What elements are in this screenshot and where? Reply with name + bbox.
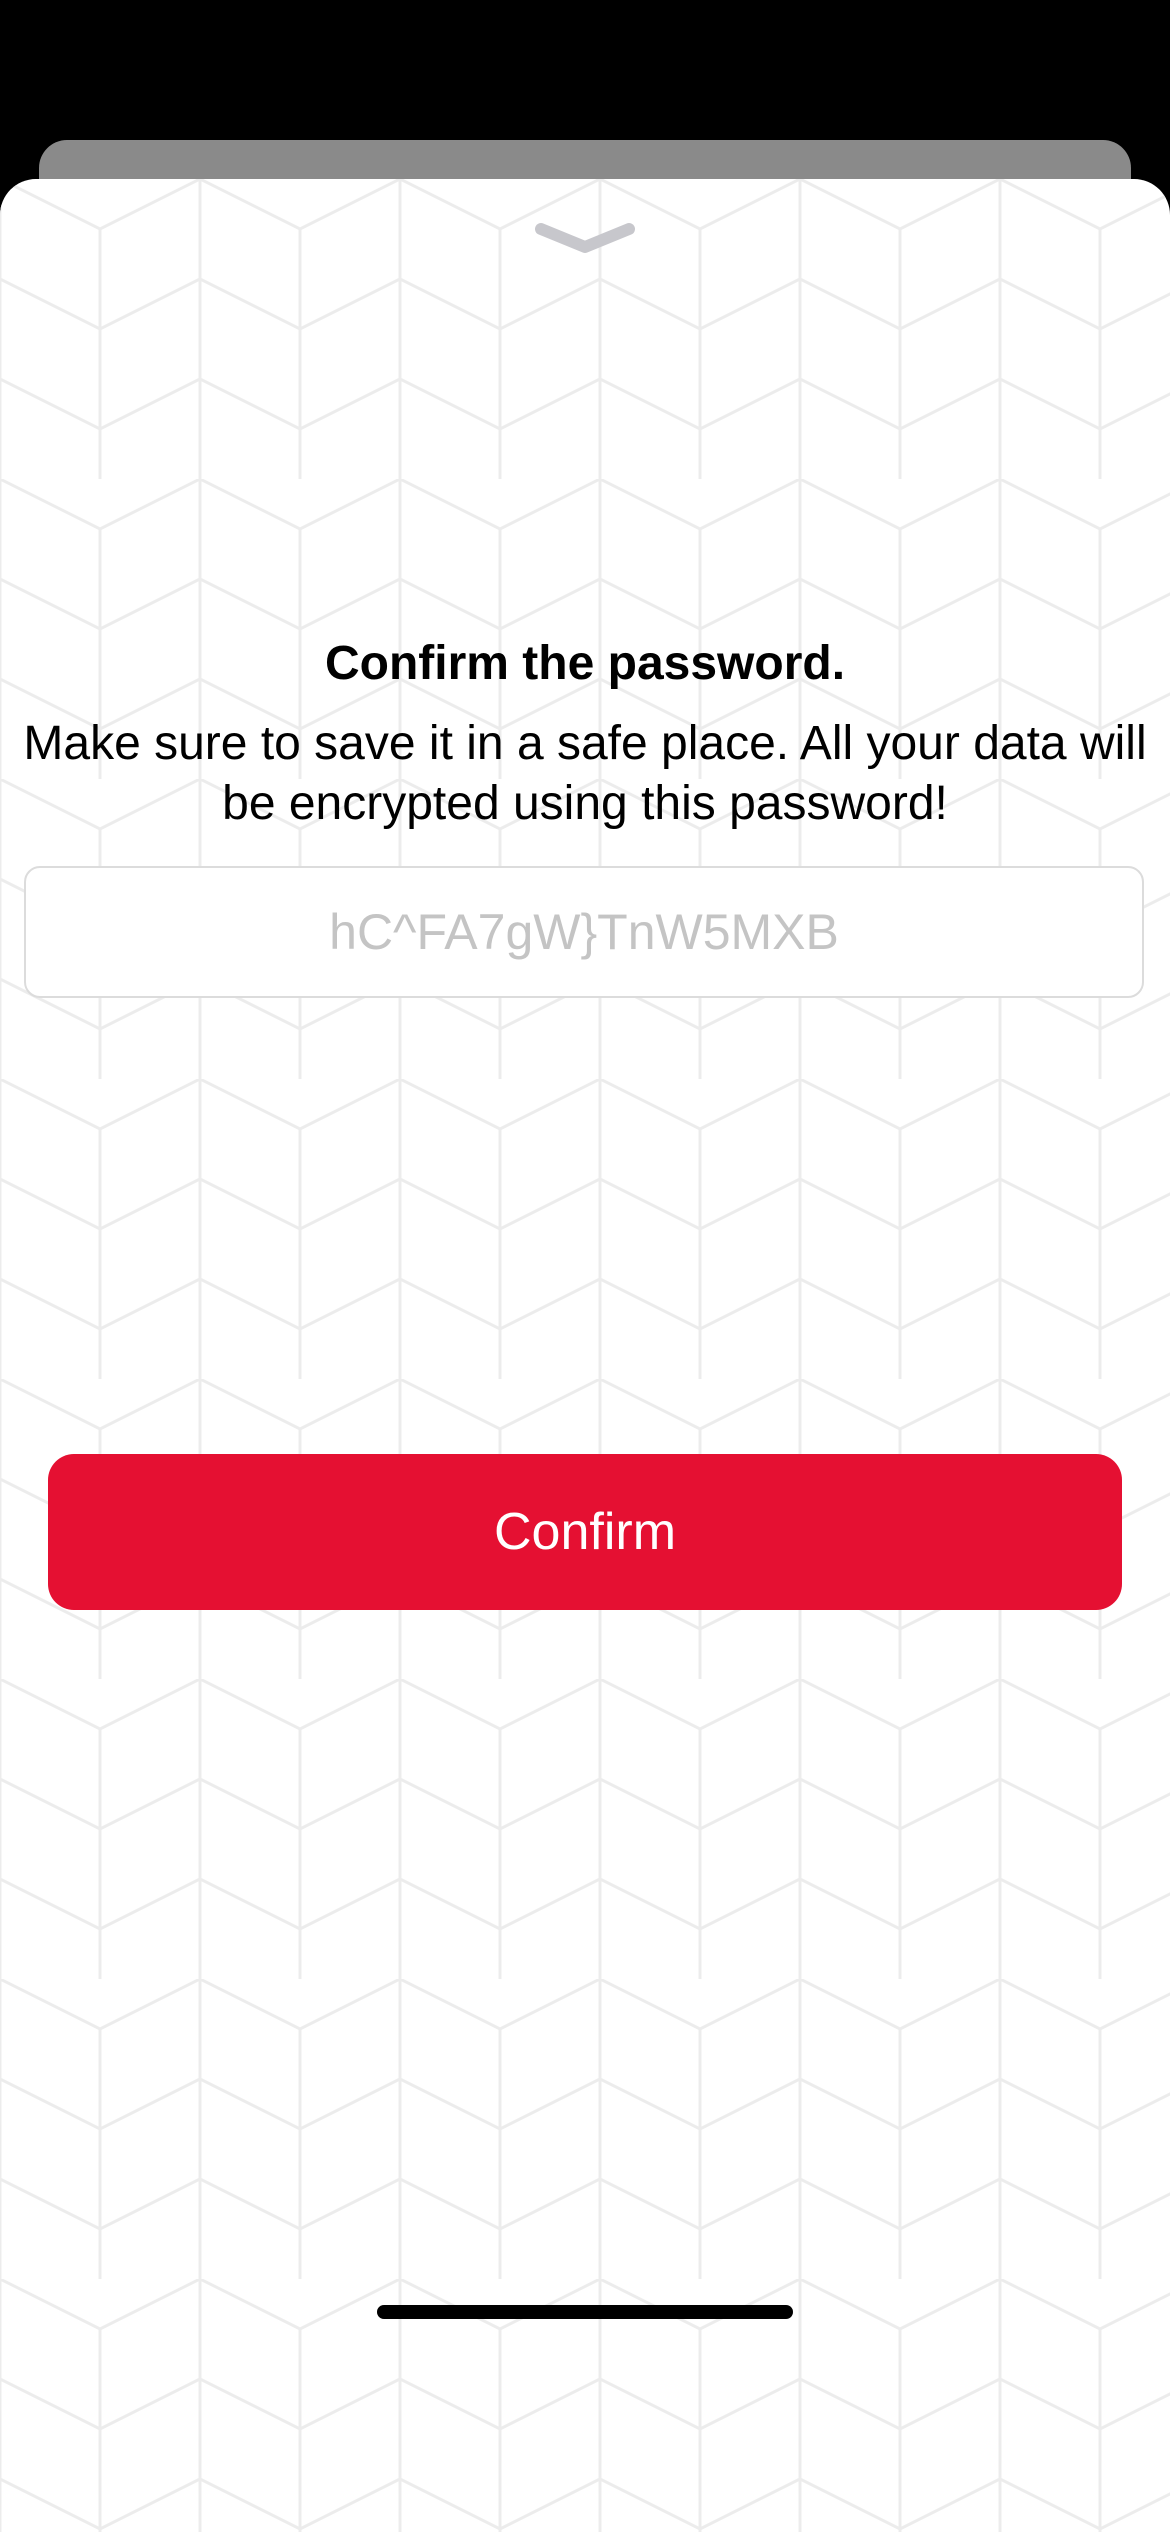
hexagon-background-pattern — [0, 179, 1170, 2532]
password-input[interactable] — [26, 867, 1142, 997]
confirm-button[interactable]: Confirm — [48, 1454, 1122, 1610]
dialog-title: Confirm the password. — [324, 637, 846, 690]
password-field-container — [24, 866, 1144, 998]
home-indicator — [377, 2305, 793, 2319]
confirm-password-sheet: Confirm the password. Make sure to save … — [0, 179, 1170, 2532]
chevron-down-icon[interactable] — [533, 219, 637, 259]
screen: Confirm the password. Make sure to save … — [0, 0, 1170, 2532]
dialog-message: Make sure to save it in a safe place. Al… — [23, 717, 1147, 830]
